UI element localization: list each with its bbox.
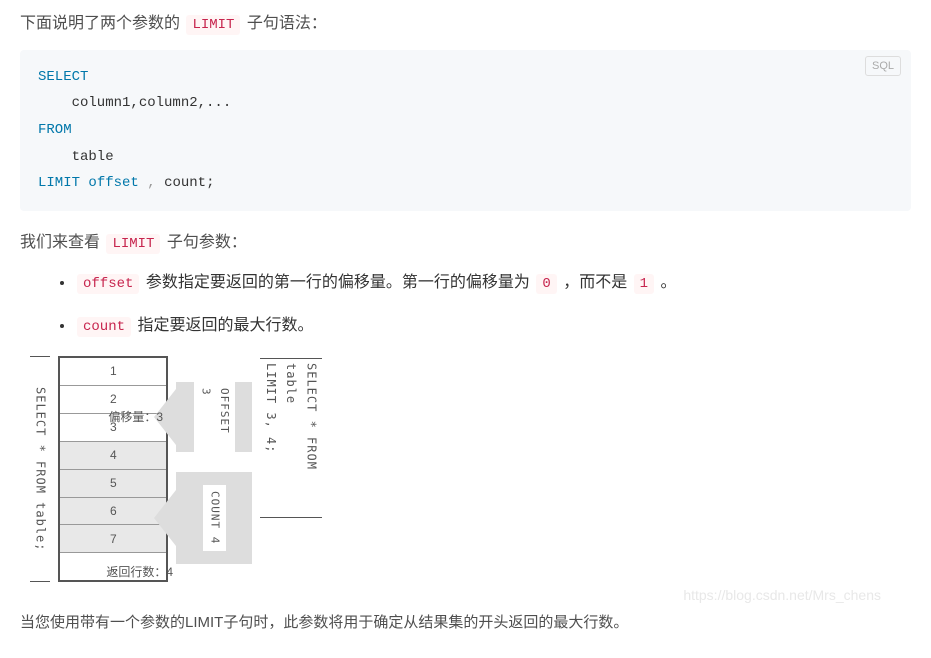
lang-badge: SQL [865,56,901,77]
kw-offset: offset [88,175,138,191]
table-row: 1 [60,358,166,386]
diagram-table: 1 2 3 4 5 6 7 ... [58,356,168,582]
offset-arrow: 偏移量：3 OFFSET 3 [176,382,252,452]
intro-code: LIMIT [186,15,240,35]
code-count: count; [164,175,214,191]
kw-limit: LIMIT [38,175,80,191]
para2-prefix: 我们来查看 [20,234,104,251]
diagram-right-wrap: SELECT * FROM table LIMIT 3, 4; [260,356,321,582]
code-punct: , [139,175,164,191]
page: 下面说明了两个参数的 LIMIT 子句语法： SQL SELECT column… [20,10,911,636]
footer-paragraph: 当您使用带有一个参数的LIMIT子句时，此参数将用于确定从结果集的开头返回的最大… [20,610,911,636]
diagram-arrows: 偏移量：3 OFFSET 3 返回行数：4 COUNT 4 [176,356,252,582]
code-block: SQL SELECT column1,column2,... FROM tabl… [20,50,911,211]
right-sql-l2: LIMIT 3, 4; [264,363,278,453]
bullet-code-count: count [77,317,131,337]
diagram-left-sql: SELECT * FROM table; [30,356,50,582]
bullet-text: 指定要返回的最大行数。 [137,317,313,334]
para2-code: LIMIT [106,234,160,254]
offset-label: OFFSET 3 [194,382,235,452]
intro-suffix: 子句语法： [247,15,327,32]
table-row: 5 [60,470,166,498]
bullet-text: 参数指定要返回的第一行的偏移量。第一行的偏移量为 [146,274,534,291]
bullet-text: 。 [661,274,677,291]
params-paragraph: 我们来查看 LIMIT 子句参数： [20,229,911,257]
diagram-right-sql: SELECT * FROM table LIMIT 3, 4; [260,358,321,518]
arrow-spacer [176,458,252,466]
list-item: offset 参数指定要返回的第一行的偏移量。第一行的偏移量为 0 ，而不是 1… [75,269,911,297]
code-content: SELECT column1,column2,... FROM table LI… [38,64,893,197]
intro-paragraph: 下面说明了两个参数的 LIMIT 子句语法： [20,10,911,38]
bullet-text: ，而不是 [563,274,631,291]
table-row: 4 [60,442,166,470]
intro-prefix: 下面说明了两个参数的 [20,15,184,32]
count-label: COUNT 4 [203,485,226,550]
para2-suffix: 子句参数： [167,234,247,251]
bullet-list: offset 参数指定要返回的第一行的偏移量。第一行的偏移量为 0 ，而不是 1… [20,269,911,341]
right-sql-l1: SELECT * FROM table [284,363,318,470]
bullet-code-zero: 0 [536,274,556,294]
table-row: 6 [60,498,166,526]
bullet-code-one: 1 [634,274,654,294]
limit-diagram: SELECT * FROM table; 1 2 3 4 5 6 7 ... 偏… [30,356,911,582]
bullet-code-offset: offset [77,274,139,294]
watermark: https://blog.csdn.net/Mrs_chens [683,584,881,608]
code-line-columns: column1,column2,... [38,95,231,111]
kw-from: FROM [38,122,72,138]
kw-select: SELECT [38,69,88,85]
code-line-table: table [38,149,114,165]
count-arrow: 返回行数：4 COUNT 4 [176,472,252,564]
table-row: 7 [60,525,166,553]
list-item: count 指定要返回的最大行数。 [75,312,911,340]
offset-cn-label: 偏移量：3 [108,407,163,427]
count-cn-label: 返回行数：4 [106,562,173,582]
